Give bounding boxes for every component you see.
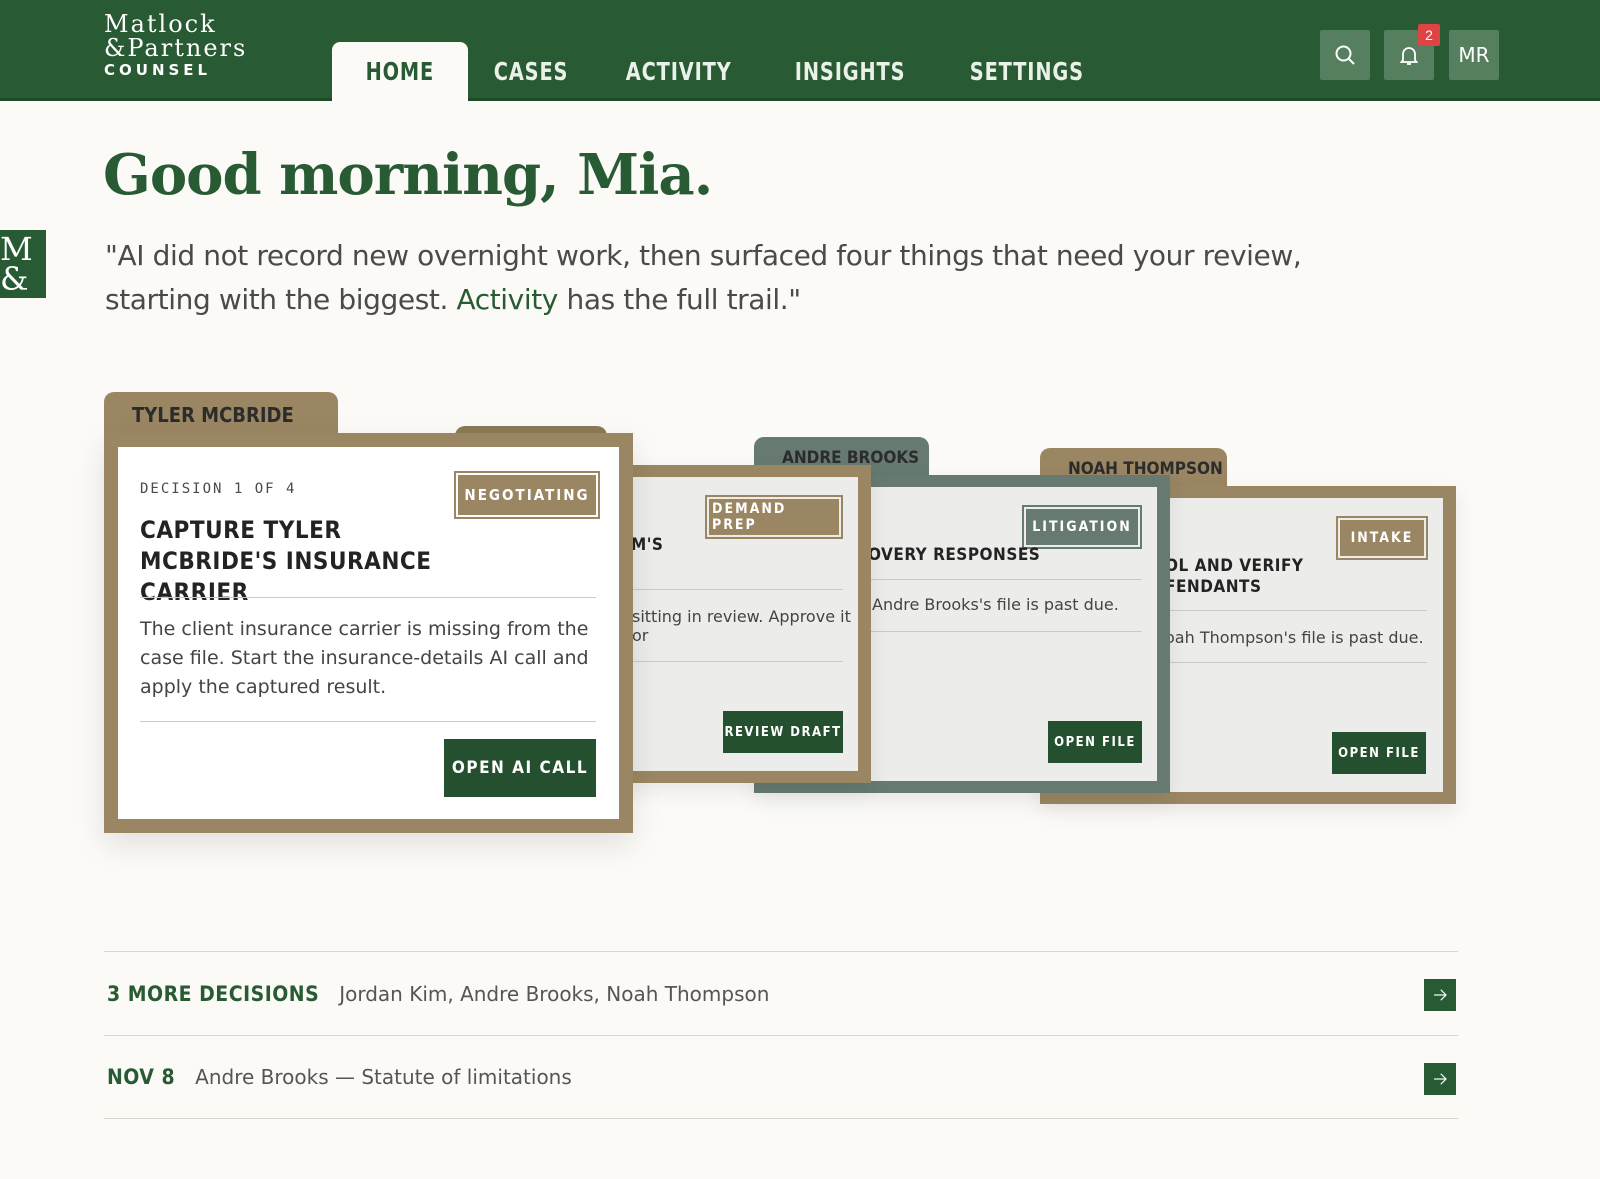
user-avatar[interactable]: MR xyxy=(1449,30,1499,80)
activity-link[interactable]: Activity xyxy=(456,283,558,316)
card-4-description: oah Thompson's file is past due. xyxy=(1165,628,1424,647)
search-button[interactable] xyxy=(1320,30,1370,80)
firm-logo[interactable]: Matlock &Partners COUNSEL xyxy=(104,12,247,80)
more-decisions-names: Jordan Kim, Andre Brooks, Noah Thompson xyxy=(339,981,770,1006)
summary-text-end: has the full trail." xyxy=(557,283,801,316)
logo-line-2: &Partners xyxy=(104,34,248,62)
card-1-client-tab[interactable]: TYLER MCBRIDE xyxy=(104,392,338,438)
card-2-divider xyxy=(631,589,843,590)
daily-summary: "AI did not record new overnight work, t… xyxy=(105,234,1405,322)
deadline-row[interactable]: NOV 8 Andre Brooks — Statute of limitati… xyxy=(104,1035,1458,1119)
card-1-status: NEGOTIATING xyxy=(454,471,600,519)
side-brand-text: M& xyxy=(0,230,33,298)
card-1-divider xyxy=(140,597,596,598)
card-4-status: INTAKE xyxy=(1336,516,1428,560)
bell-icon xyxy=(1399,47,1419,65)
side-brand-mark[interactable]: M& xyxy=(0,230,46,298)
card-4-divider xyxy=(1165,610,1427,611)
tab-insights[interactable]: INSIGHTS xyxy=(769,42,931,101)
card-4-title: OL AND VERIFY FENDANTS xyxy=(1165,556,1304,597)
tab-home[interactable]: HOME xyxy=(332,42,468,101)
deadline-date: NOV 8 xyxy=(107,1065,176,1089)
card-3-divider-2 xyxy=(868,631,1142,632)
open-ai-call-button[interactable]: OPEN AI CALL xyxy=(444,739,596,797)
card-4-divider-2 xyxy=(1165,662,1427,663)
decision-card-1[interactable]: DECISION 1 OF 4 NEGOTIATING CAPTURE TYLE… xyxy=(104,433,633,833)
card-1-description: The client insurance carrier is missing … xyxy=(140,618,589,698)
card-3-status: LITIGATION xyxy=(1022,505,1142,549)
card-3-open-file-button[interactable]: OPEN FILE xyxy=(1048,721,1142,763)
card-2-description: sitting in review. Approve it or xyxy=(632,607,851,645)
card-3-title: OVERY RESPONSES xyxy=(868,545,1041,565)
card-2-title: M'S xyxy=(631,535,664,555)
arrow-right-icon xyxy=(1434,1073,1447,1085)
logo-line-1: Matlock xyxy=(104,10,217,38)
card-4-open-file-button[interactable]: OPEN FILE xyxy=(1332,732,1426,774)
card-1-body: DECISION 1 OF 4 NEGOTIATING CAPTURE TYLE… xyxy=(118,447,619,819)
card-2-review-draft-button[interactable]: REVIEW DRAFT xyxy=(723,711,843,753)
tab-cases[interactable]: CASES xyxy=(468,42,594,101)
more-decisions-arrow-button[interactable] xyxy=(1424,979,1456,1011)
card-3-description: Andre Brooks's file is past due. xyxy=(872,595,1119,614)
card-2-status: DEMAND PREP xyxy=(705,495,843,539)
deadline-description: Andre Brooks — Statute of limitations xyxy=(195,1065,572,1089)
card-1-divider-2 xyxy=(140,721,596,722)
more-decisions-row[interactable]: 3 MORE DECISIONS Jordan Kim, Andre Brook… xyxy=(104,951,1458,1035)
main-nav: HOME CASES ACTIVITY INSIGHTS SETTINGS xyxy=(332,42,1123,101)
search-icon xyxy=(1335,45,1355,65)
tab-settings[interactable]: SETTINGS xyxy=(944,42,1110,101)
card-1-eyebrow: DECISION 1 OF 4 xyxy=(140,481,297,497)
notification-badge: 2 xyxy=(1418,24,1440,46)
logo-line-3: COUNSEL xyxy=(104,61,212,79)
card-3-divider xyxy=(868,579,1142,580)
greeting-heading: Good morning, Mia. xyxy=(103,142,713,208)
arrow-right-icon xyxy=(1434,989,1447,1001)
deadline-arrow-button[interactable] xyxy=(1424,1063,1456,1095)
top-bar: Matlock &Partners COUNSEL HOME CASES ACT… xyxy=(0,0,1600,101)
card-2-divider-2 xyxy=(631,661,843,662)
more-decisions-label: 3 MORE DECISIONS xyxy=(107,981,320,1006)
card-1-title: CAPTURE TYLER MCBRIDE'S INSURANCE CARRIE… xyxy=(140,516,432,606)
tab-activity[interactable]: ACTIVITY xyxy=(600,42,757,101)
notifications-button[interactable]: 2 xyxy=(1384,24,1440,80)
